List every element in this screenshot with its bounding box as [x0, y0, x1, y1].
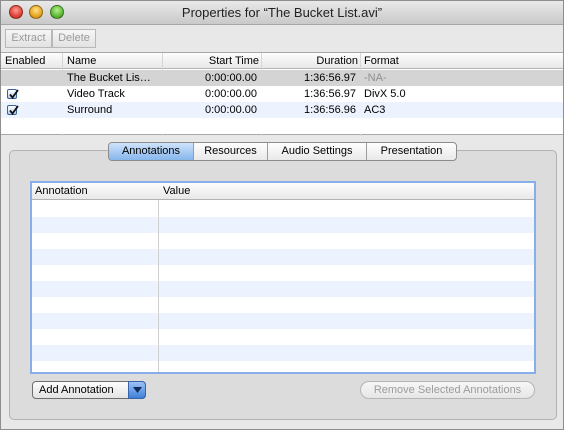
col-enabled[interactable]: Enabled	[5, 54, 45, 68]
checkbox-checked-icon[interactable]	[7, 105, 19, 115]
checkbox-checked-icon[interactable]	[7, 89, 19, 99]
annotations-table[interactable]: Annotation Value	[30, 181, 536, 374]
col-name[interactable]: Name	[67, 54, 96, 68]
tab-annotations[interactable]: Annotations	[109, 143, 194, 160]
title-bar[interactable]: Properties for “The Bucket List.avi”	[1, 1, 563, 25]
row-stripe	[32, 313, 534, 329]
track-duration: 1:36:56.96	[304, 104, 356, 116]
track-name: Surround	[67, 104, 113, 116]
chevron-down-icon[interactable]	[128, 381, 146, 399]
add-annotation-button[interactable]: Add Annotation	[32, 381, 146, 399]
column-divider	[158, 183, 159, 372]
delete-button[interactable]: Delete	[52, 29, 96, 48]
track-format: DivX 5.0	[364, 88, 406, 100]
extract-button[interactable]: Extract	[5, 29, 52, 48]
track-start-time: 0:00:00.00	[205, 104, 257, 116]
col-format[interactable]: Format	[364, 54, 399, 68]
track-duration: 1:36:56.97	[304, 88, 356, 100]
remove-selected-annotations-button[interactable]: Remove Selected Annotations	[360, 381, 535, 399]
row-stripe	[32, 345, 534, 361]
tracks-table: Enabled Name Start Time Duration Format …	[1, 52, 563, 136]
annotations-header: Annotation Value	[32, 183, 534, 200]
track-row-video[interactable]: Video Track 0:00:00.00 1:36:56.97 DivX 5…	[1, 86, 563, 102]
track-name: Video Track	[67, 88, 125, 100]
tracks-header: Enabled Name Start Time Duration Format	[1, 53, 563, 69]
row-stripe	[32, 281, 534, 297]
track-format: -NA-	[364, 72, 387, 84]
track-row-surround[interactable]: Surround 0:00:00.00 1:36:56.96 AC3	[1, 102, 563, 118]
track-duration: 1:36:56.97	[304, 72, 356, 84]
track-start-time: 0:00:00.00	[205, 72, 257, 84]
track-name: The Bucket Lis…	[67, 72, 151, 84]
tab-presentation[interactable]: Presentation	[367, 143, 456, 160]
window-title: Properties for “The Bucket List.avi”	[181, 5, 383, 20]
row-stripe	[32, 217, 534, 233]
track-row-empty	[1, 118, 563, 134]
tab-resources[interactable]: Resources	[194, 143, 268, 160]
col-duration[interactable]: Duration	[263, 54, 358, 68]
toolbar: Extract Delete	[1, 26, 563, 50]
col-start-time[interactable]: Start Time	[163, 54, 259, 68]
row-stripe	[32, 249, 534, 265]
tab-audio-settings[interactable]: Audio Settings	[268, 143, 367, 160]
add-annotation-label: Add Annotation	[39, 384, 114, 396]
properties-window: Properties for “The Bucket List.avi” Ext…	[0, 0, 564, 430]
track-format: AC3	[364, 104, 386, 116]
col-annotation[interactable]: Annotation	[35, 184, 88, 199]
track-start-time: 0:00:00.00	[205, 88, 257, 100]
tab-bar: Annotations Resources Audio Settings Pre…	[108, 142, 457, 161]
col-value[interactable]: Value	[163, 184, 190, 199]
track-row-movie[interactable]: The Bucket Lis… 0:00:00.00 1:36:56.97 -N…	[1, 70, 563, 86]
